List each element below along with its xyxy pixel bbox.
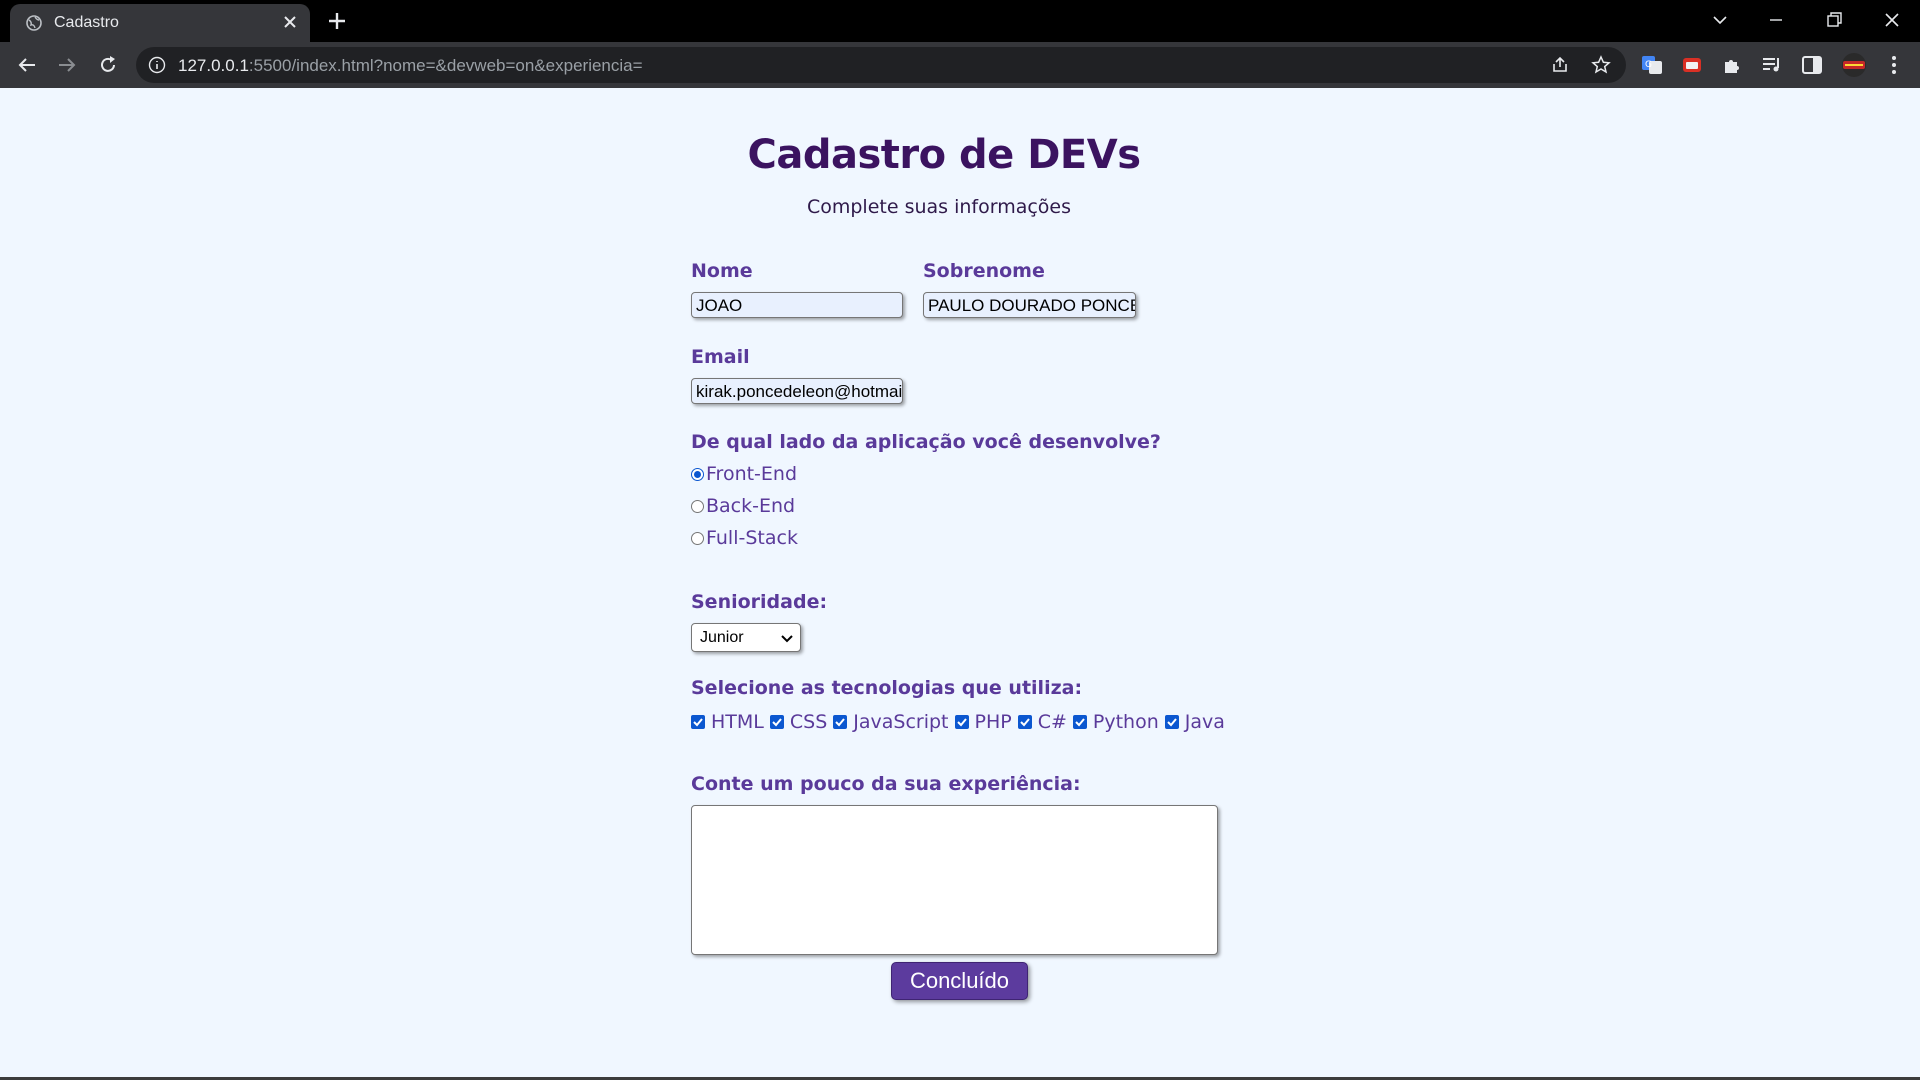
email-input[interactable]: kirak.poncedeleon@hotmai bbox=[691, 378, 903, 404]
radio-label: Front-End bbox=[706, 463, 798, 485]
radio-button-selected[interactable] bbox=[691, 467, 704, 481]
translate-extension-icon[interactable]: G bbox=[1640, 53, 1664, 77]
page-title: Cadastro de DEVs bbox=[747, 132, 1141, 178]
side-panel-icon[interactable] bbox=[1800, 53, 1824, 77]
checkbox-label: Java bbox=[1184, 711, 1225, 733]
forward-arrow-icon[interactable] bbox=[55, 53, 79, 77]
reload-icon[interactable] bbox=[96, 53, 120, 77]
nome-input[interactable]: JOAO bbox=[691, 292, 903, 318]
browser-tab[interactable]: Cadastro bbox=[10, 4, 310, 42]
bookmark-star-icon[interactable] bbox=[1591, 55, 1611, 75]
radio-label: Back-End bbox=[706, 495, 796, 517]
tech-label: Selecione as tecnologias que utiliza: bbox=[691, 677, 1083, 699]
new-tab-icon[interactable] bbox=[326, 10, 348, 32]
checkbox-csharp[interactable] bbox=[1017, 715, 1032, 729]
checkbox-javascript[interactable] bbox=[833, 715, 848, 729]
svg-text:G: G bbox=[1645, 60, 1652, 70]
seniority-label: Senioridade: bbox=[691, 591, 828, 613]
puzzle-extensions-icon[interactable] bbox=[1720, 53, 1744, 77]
checkbox-php[interactable] bbox=[954, 715, 969, 729]
checkbox-label: Python bbox=[1092, 711, 1159, 733]
url-host: 127.0.0.1 bbox=[178, 56, 249, 75]
browser-tab-strip: Cadastro bbox=[0, 0, 1920, 42]
extension-icon[interactable] bbox=[1680, 53, 1704, 77]
tab-search-chevron-icon[interactable] bbox=[1708, 8, 1732, 32]
checkbox-label: PHP bbox=[974, 711, 1012, 733]
seniority-select[interactable]: Junior bbox=[691, 623, 801, 652]
profile-avatar[interactable] bbox=[1839, 52, 1869, 78]
submit-button[interactable]: Concluído bbox=[891, 962, 1028, 1000]
radio-button[interactable] bbox=[691, 531, 704, 545]
media-queue-icon[interactable] bbox=[1760, 53, 1784, 77]
kebab-menu-icon[interactable] bbox=[1882, 53, 1906, 77]
checkbox-java[interactable] bbox=[1164, 715, 1179, 729]
close-tab-icon[interactable] bbox=[280, 12, 300, 32]
checkbox-label: CSS bbox=[789, 711, 828, 733]
checkbox-label: C# bbox=[1037, 711, 1067, 733]
side-question-label: De qual lado da aplicação você desenvolv… bbox=[691, 431, 1161, 453]
share-icon[interactable] bbox=[1550, 55, 1570, 75]
checkbox-label: HTML bbox=[711, 711, 764, 733]
radio-back-end[interactable]: Back-End bbox=[691, 494, 795, 518]
chevron-down-icon bbox=[781, 635, 793, 643]
radio-label: Full-Stack bbox=[706, 527, 798, 549]
back-arrow-icon[interactable] bbox=[15, 53, 39, 77]
url-path: :5500/index.html?nome=&devweb=on&experie… bbox=[248, 56, 643, 75]
address-bar[interactable]: 127.0.0.1:5500/index.html?nome=&devweb=o… bbox=[136, 47, 1626, 83]
experience-label: Conte um pouco da sua experiência: bbox=[691, 773, 1081, 795]
checkbox-css[interactable] bbox=[769, 715, 784, 729]
checkbox-html[interactable] bbox=[691, 715, 705, 729]
page-subtitle: Complete suas informações bbox=[806, 196, 1072, 218]
checkbox-python[interactable] bbox=[1072, 715, 1087, 729]
minimize-icon[interactable] bbox=[1764, 8, 1788, 32]
globe-icon bbox=[26, 15, 42, 31]
seniority-value: Junior bbox=[700, 629, 744, 646]
radio-front-end[interactable]: Front-End bbox=[691, 462, 797, 486]
experience-textarea[interactable] bbox=[691, 805, 1218, 955]
url-text[interactable]: 127.0.0.1:5500/index.html?nome=&devweb=o… bbox=[178, 56, 643, 76]
tech-checkbox-group: HTML CSS JavaScript PHP C# Python Java bbox=[691, 710, 1231, 734]
restore-icon[interactable] bbox=[1822, 8, 1846, 32]
radio-full-stack[interactable]: Full-Stack bbox=[691, 526, 798, 550]
browser-toolbar: 127.0.0.1:5500/index.html?nome=&devweb=o… bbox=[0, 42, 1920, 88]
close-window-icon[interactable] bbox=[1880, 8, 1904, 32]
nome-label: Nome bbox=[691, 260, 753, 282]
radio-button[interactable] bbox=[691, 499, 704, 513]
email-label: Email bbox=[691, 346, 750, 368]
site-info-icon[interactable] bbox=[148, 56, 166, 74]
sobrenome-input[interactable]: PAULO DOURADO PONCE bbox=[923, 292, 1136, 318]
checkbox-label: JavaScript bbox=[853, 711, 949, 733]
sobrenome-label: Sobrenome bbox=[923, 260, 1045, 282]
tab-title: Cadastro bbox=[54, 14, 119, 31]
